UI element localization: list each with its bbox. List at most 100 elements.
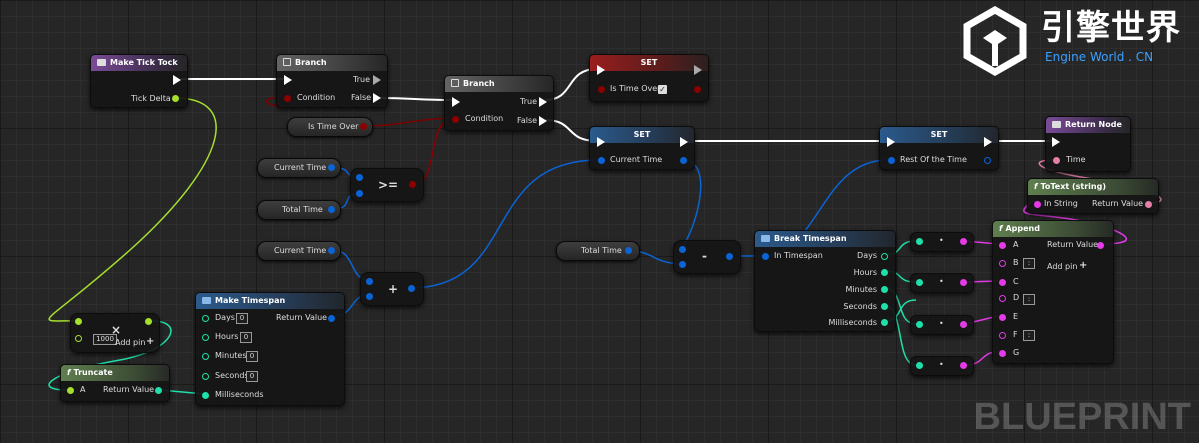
c-input-pin[interactable]: [999, 279, 1006, 286]
exec-input-pin[interactable]: [887, 137, 895, 147]
g-input-pin[interactable]: [999, 350, 1006, 357]
float-output-pin[interactable]: [145, 318, 152, 325]
float-output-pin[interactable]: [172, 95, 179, 102]
b-value-box[interactable]: :: [1023, 258, 1035, 269]
true-exec-pin[interactable]: [373, 75, 381, 85]
exec-input-pin[interactable]: [452, 97, 460, 107]
return-node[interactable]: Return Node Time: [1045, 116, 1131, 172]
string-output-pin[interactable]: [960, 238, 967, 245]
d-value-box[interactable]: :: [1023, 294, 1035, 305]
bool-output-pin[interactable]: [694, 86, 701, 93]
add-pin-icon[interactable]: +: [1079, 261, 1087, 271]
d-input-pin[interactable]: [999, 295, 1006, 302]
int-input-pin[interactable]: [916, 321, 923, 328]
days-input-pin[interactable]: [202, 315, 209, 322]
milliseconds-output-pin[interactable]: [881, 319, 888, 326]
true-exec-pin[interactable]: [539, 97, 547, 107]
struct-output-pin[interactable]: [328, 247, 335, 254]
exec-output-pin[interactable]: [680, 137, 688, 147]
f-input-pin[interactable]: [999, 332, 1006, 339]
int-to-string-node[interactable]: •: [910, 356, 974, 376]
totext-string-node[interactable]: f ToText (string) In String Return Value: [1027, 178, 1159, 214]
exec-output-pin[interactable]: [984, 137, 992, 147]
condition-input-pin[interactable]: [284, 95, 291, 102]
a-input-pin[interactable]: [366, 278, 373, 285]
string-output-pin[interactable]: [1097, 242, 1104, 249]
false-exec-pin[interactable]: [539, 116, 547, 126]
milliseconds-input-pin[interactable]: [202, 392, 209, 399]
b-input-pin[interactable]: [999, 260, 1006, 267]
is-time-over-getter[interactable]: Is Time Over: [287, 117, 373, 137]
make-tick-tock-node[interactable]: Make Tick Tock Tick Delta: [90, 54, 188, 108]
struct-output-pin[interactable]: [408, 285, 415, 292]
a-input-pin[interactable]: [67, 387, 74, 394]
set-current-time-node[interactable]: SET Current Time: [589, 126, 695, 170]
hours-value-box[interactable]: 0: [240, 332, 252, 343]
struct-output-pin[interactable]: [328, 164, 335, 171]
text-input-pin[interactable]: [1053, 157, 1060, 164]
float-input-pin[interactable]: [75, 318, 82, 325]
exec-output-pin[interactable]: [694, 65, 702, 75]
add-node[interactable]: +: [360, 272, 424, 306]
truncate-node[interactable]: f Truncate A Return Value: [60, 364, 170, 402]
exec-output-pin[interactable]: [173, 75, 181, 85]
append-node[interactable]: f Append A Return Value B : Add pin + C D…: [992, 220, 1114, 364]
total-time-getter-2[interactable]: Total Time: [556, 241, 640, 261]
multiplier-value-box[interactable]: 1000: [93, 334, 117, 345]
total-time-getter-1[interactable]: Total Time: [257, 200, 341, 220]
minutes-output-pin[interactable]: [881, 286, 888, 293]
int-input-pin[interactable]: [916, 238, 923, 245]
bool-output-pin[interactable]: [409, 181, 416, 188]
string-output-pin[interactable]: [960, 362, 967, 369]
exec-input-pin[interactable]: [1052, 137, 1060, 147]
b-input-pin[interactable]: [366, 293, 373, 300]
int-input-pin[interactable]: [916, 362, 923, 369]
seconds-value-box[interactable]: 0: [246, 371, 258, 382]
int-input-pin[interactable]: [916, 279, 923, 286]
days-output-pin[interactable]: [881, 253, 888, 260]
string-output-pin[interactable]: [960, 321, 967, 328]
branch-node-2[interactable]: Branch Condition True False: [444, 75, 554, 131]
struct-output-pin[interactable]: [984, 157, 991, 164]
struct-output-pin[interactable]: [625, 247, 632, 254]
bool-output-pin[interactable]: [360, 123, 367, 130]
e-input-pin[interactable]: [999, 314, 1006, 321]
struct-output-pin[interactable]: [680, 157, 687, 164]
subtract-node[interactable]: -: [673, 240, 741, 274]
struct-output-pin[interactable]: [328, 206, 335, 213]
hours-input-pin[interactable]: [202, 334, 209, 341]
exec-input-pin[interactable]: [284, 75, 292, 85]
checkbox-checked[interactable]: ✓: [658, 85, 667, 94]
greater-equal-node[interactable]: >=: [350, 168, 424, 202]
seconds-input-pin[interactable]: [202, 373, 209, 380]
int-to-string-node[interactable]: •: [910, 315, 974, 335]
string-input-pin[interactable]: [1034, 201, 1041, 208]
int-to-string-node[interactable]: •: [910, 273, 974, 293]
make-timespan-node[interactable]: Make Timespan Days 0 Return Value Hours …: [195, 292, 345, 406]
days-value-box[interactable]: 0: [236, 313, 248, 324]
f-value-box[interactable]: :: [1023, 330, 1035, 341]
int-input-pin[interactable]: [75, 335, 82, 342]
minutes-value-box[interactable]: 0: [246, 351, 258, 362]
string-output-pin[interactable]: [960, 279, 967, 286]
int-to-string-node[interactable]: •: [910, 232, 974, 252]
struct-output-pin[interactable]: [328, 315, 335, 322]
int-output-pin[interactable]: [155, 387, 162, 394]
current-time-getter-1[interactable]: Current Time: [257, 158, 341, 178]
exec-input-pin[interactable]: [597, 137, 605, 147]
set-rest-of-time-node[interactable]: SET Rest Of the Time: [879, 126, 999, 170]
break-timespan-node[interactable]: Break Timespan In Timespan Days Hours Mi…: [754, 230, 896, 332]
text-output-pin[interactable]: [1145, 201, 1152, 208]
add-pin-icon[interactable]: +: [146, 337, 154, 347]
minutes-input-pin[interactable]: [202, 353, 209, 360]
a-input-pin[interactable]: [356, 174, 363, 181]
struct-input-pin[interactable]: [888, 157, 895, 164]
branch-node-1[interactable]: Branch Condition True False: [276, 54, 388, 108]
a-input-pin[interactable]: [999, 242, 1006, 249]
a-input-pin[interactable]: [679, 246, 686, 253]
seconds-output-pin[interactable]: [881, 303, 888, 310]
struct-input-pin[interactable]: [598, 157, 605, 164]
b-input-pin[interactable]: [679, 261, 686, 268]
exec-input-pin[interactable]: [597, 65, 605, 75]
b-input-pin[interactable]: [356, 190, 363, 197]
